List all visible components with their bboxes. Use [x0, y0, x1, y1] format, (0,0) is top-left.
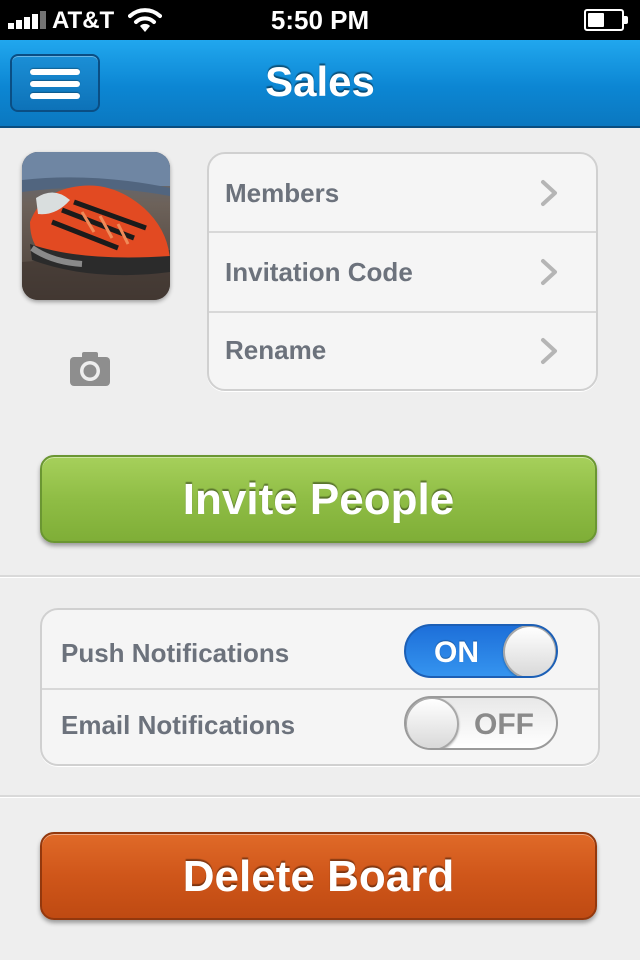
push-notifications-toggle[interactable]: ON	[404, 624, 558, 678]
push-notifications-row: Push Notifications ON	[42, 610, 598, 688]
chevron-right-icon	[541, 259, 557, 285]
battery-icon	[584, 9, 628, 31]
toggle-state-label: ON	[434, 636, 479, 669]
invitation-code-label: Invitation Code	[225, 257, 413, 287]
rename-row[interactable]: Rename	[209, 313, 596, 389]
board-settings-group: Members Invitation Code Rename	[207, 152, 598, 391]
section-separator	[0, 575, 640, 577]
members-label: Members	[225, 178, 340, 208]
navigation-bar: Sales	[0, 40, 640, 128]
rename-label: Rename	[225, 335, 327, 365]
invitation-code-row[interactable]: Invitation Code	[209, 233, 596, 311]
board-photo[interactable]	[22, 152, 170, 300]
invite-people-button[interactable]: Invite People	[40, 455, 597, 543]
email-notifications-toggle[interactable]: OFF	[404, 696, 558, 750]
email-notifications-label: Email Notifications	[61, 710, 296, 740]
sneaker-photo-image	[22, 152, 170, 300]
status-time: 5:50 PM	[270, 5, 370, 35]
toggle-knob	[503, 626, 556, 676]
notifications-group: Push Notifications ON Email Notification…	[40, 608, 600, 766]
page-title: Sales	[265, 58, 375, 105]
push-notifications-label: Push Notifications	[61, 638, 290, 668]
camera-icon[interactable]	[70, 350, 110, 386]
email-notifications-row: Email Notifications OFF	[42, 690, 598, 766]
chevron-right-icon	[541, 180, 557, 206]
chevron-right-icon	[541, 338, 557, 364]
members-row[interactable]: Members	[209, 154, 596, 232]
toggle-knob	[406, 698, 459, 748]
delete-board-button[interactable]: Delete Board	[40, 832, 597, 920]
section-separator	[0, 795, 640, 797]
toggle-state-label: OFF	[474, 708, 534, 741]
status-bar: AT&T 5:50 PM	[0, 0, 640, 40]
